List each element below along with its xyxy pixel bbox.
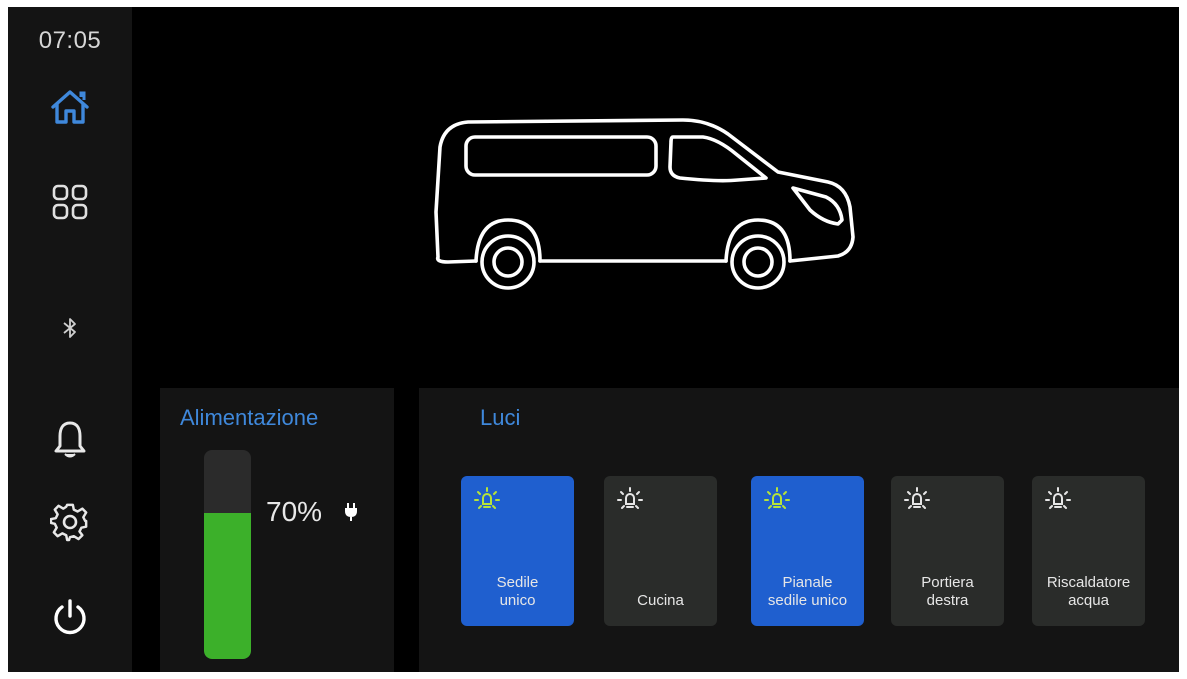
light-bulb-icon [617, 487, 643, 509]
power-panel: Alimentazione 70% [160, 388, 394, 672]
apps-grid-icon [52, 184, 88, 220]
bell-icon [54, 421, 86, 458]
apps-button[interactable] [30, 172, 110, 232]
home-icon [51, 90, 89, 124]
light-bulb-icon [904, 487, 930, 509]
power-icon [54, 599, 86, 635]
light-toggle-riscaldatore-acqua[interactable]: Riscaldatore acqua [1032, 476, 1145, 626]
settings-button[interactable] [30, 493, 110, 553]
bluetooth-button[interactable] [30, 298, 110, 358]
sidebar: 07:05 [8, 7, 132, 672]
lights-panel: Luci Sedile unico Cucina Pianale sedile un… [419, 388, 1179, 672]
plug-icon [345, 503, 357, 521]
light-bulb-icon [764, 487, 790, 509]
battery-gauge [204, 450, 251, 659]
light-label: Riscaldatore acqua [1046, 574, 1131, 609]
light-toggle-sedile-unico[interactable]: Sedile unico [461, 476, 574, 626]
notifications-button[interactable] [30, 409, 110, 469]
vehicle-illustration [418, 112, 868, 307]
clock: 07:05 [38, 27, 102, 54]
light-toggle-portiera-destra[interactable]: Portiera destra [891, 476, 1004, 626]
gear-icon [50, 503, 88, 542]
light-label: Sedile unico [496, 574, 539, 609]
power-button[interactable] [30, 587, 110, 647]
light-label: Cucina [637, 592, 684, 609]
bluetooth-icon [63, 318, 76, 338]
light-label: Portiera destra [921, 574, 974, 609]
light-toggle-cucina[interactable]: Cucina [604, 476, 717, 626]
light-bulb-icon [474, 487, 500, 509]
battery-level-fill [204, 512, 251, 659]
screen: 07:05 Alimentazione 70% Luci Sedile unic… [8, 7, 1179, 672]
van-icon [434, 118, 855, 290]
light-label: Pianale sedile unico [767, 574, 848, 609]
home-button[interactable] [30, 77, 110, 137]
power-panel-title: Alimentazione [180, 405, 319, 430]
light-bulb-icon [1045, 487, 1071, 509]
battery-percentage: 70% [266, 496, 323, 527]
lights-panel-title: Luci [480, 405, 521, 430]
light-toggle-pianale-sedile-unico[interactable]: Pianale sedile unico [751, 476, 864, 626]
